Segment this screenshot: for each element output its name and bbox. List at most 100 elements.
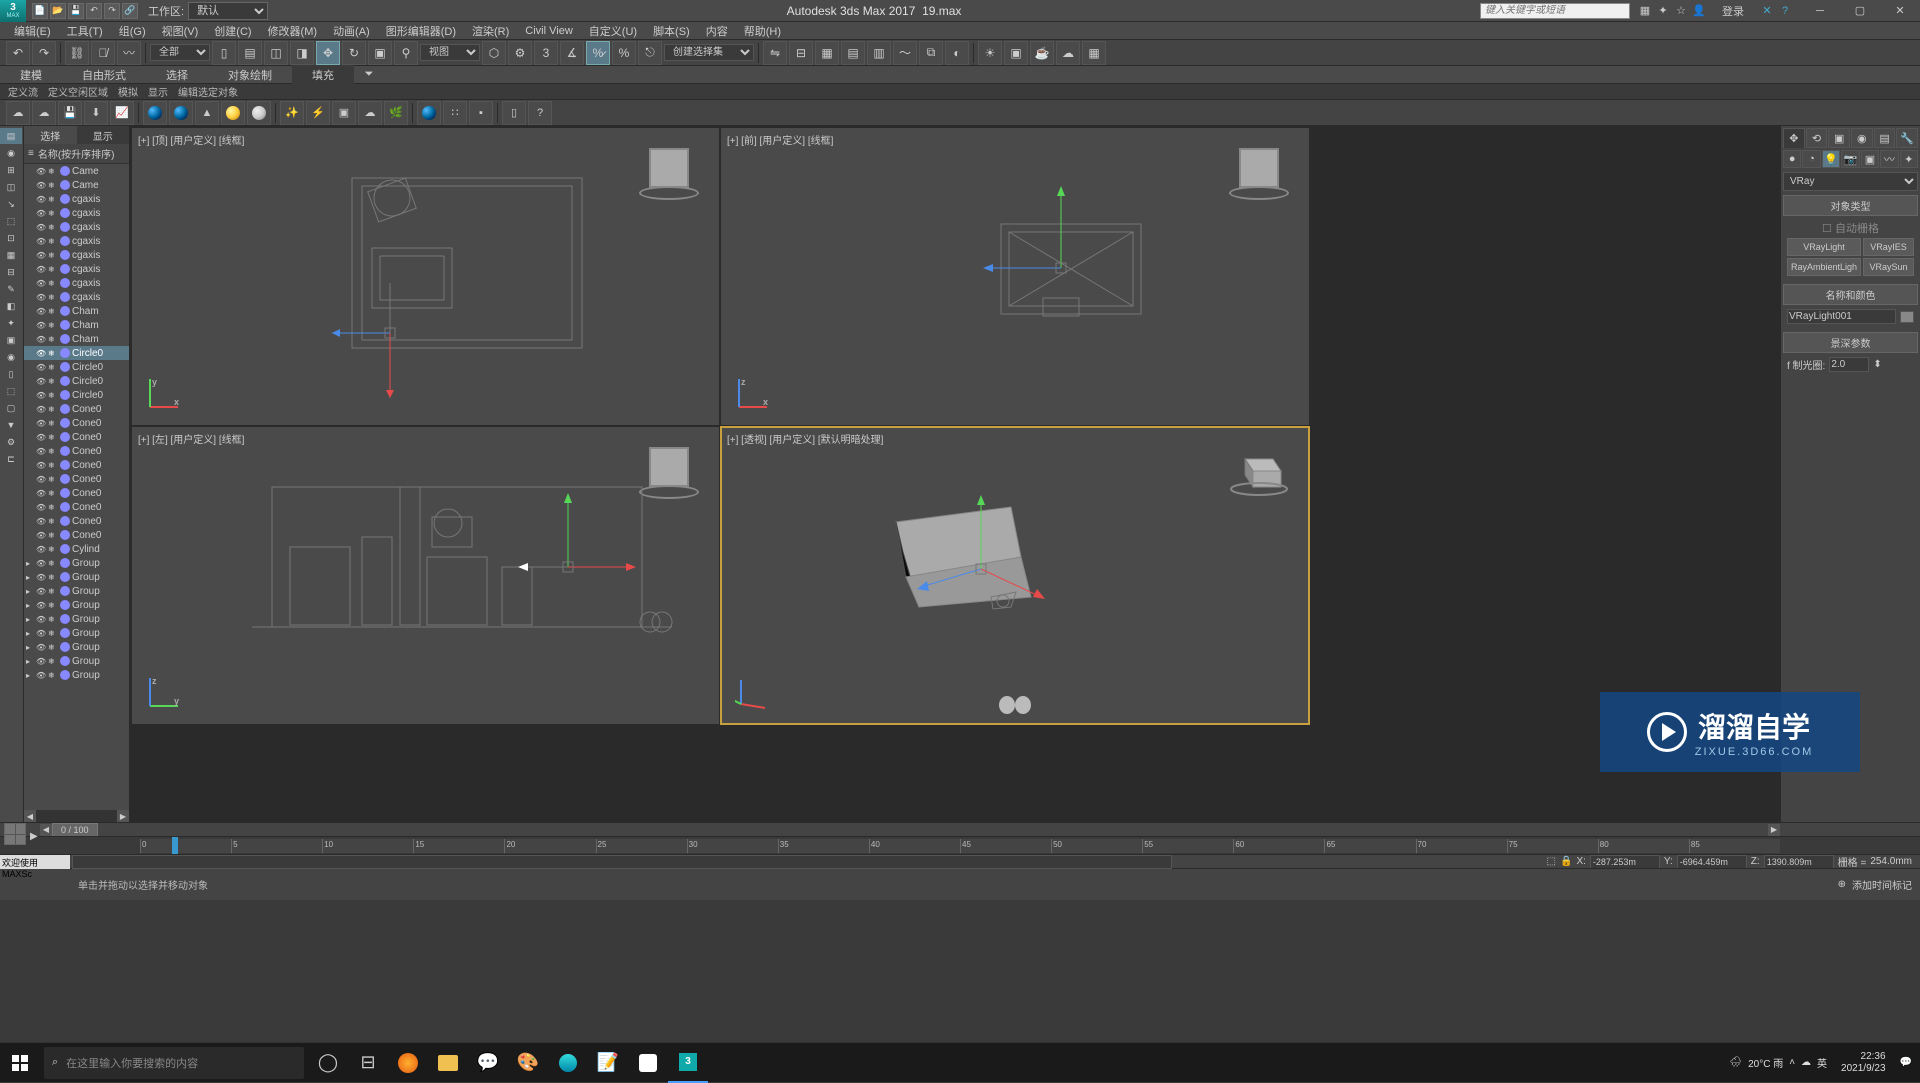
visibility-icon[interactable]: 👁 [36, 419, 46, 428]
visibility-icon[interactable]: 👁 [36, 615, 46, 624]
login-link[interactable]: 登录 [1714, 3, 1752, 19]
place-icon[interactable]: ⚲ [394, 41, 418, 65]
collapse-tool-icon[interactable]: ⊏ [0, 451, 22, 467]
bind-spacewarp-icon[interactable]: 〰 [117, 41, 141, 65]
favorites-icon[interactable]: ✦ [1656, 4, 1670, 18]
ribbon-tab-populate[interactable]: 填充 [292, 65, 354, 85]
scene-item[interactable]: 👁❄cgaxis [24, 262, 129, 276]
select-rotate-icon[interactable]: ↻ [342, 41, 366, 65]
visibility-icon[interactable]: 👁 [36, 601, 46, 610]
palette-icon[interactable]: 🎨 [508, 1043, 548, 1083]
start-button[interactable] [0, 1043, 40, 1083]
visibility-icon[interactable]: 👁 [36, 391, 46, 400]
select-scale-icon[interactable]: ▣ [368, 41, 392, 65]
freeze-icon[interactable]: ❄ [48, 629, 58, 638]
scene-item[interactable]: 👁❄Cham [24, 318, 129, 332]
y-coord-input[interactable] [1677, 855, 1747, 869]
vraysun-button[interactable]: VRaySun [1863, 258, 1914, 276]
exchange-icon[interactable]: ☆ [1674, 4, 1688, 18]
scene-item[interactable]: 👁❄Cone0 [24, 416, 129, 430]
menu-modifiers[interactable]: 修改器(M) [262, 23, 324, 39]
freeze-icon[interactable]: ❄ [48, 419, 58, 428]
cloud2-icon[interactable]: ☁ [32, 101, 56, 125]
scene-item[interactable]: 👁❄Circle0 [24, 360, 129, 374]
menu-graph-editors[interactable]: 图形编辑器(D) [380, 23, 462, 39]
grid-icon[interactable]: ∷ [443, 101, 467, 125]
scene-item[interactable]: 👁❄Came [24, 178, 129, 192]
viewcube-icon[interactable] [639, 138, 699, 198]
timeline[interactable]: ▶ 0510152025303540455055606570758085 [0, 836, 1920, 854]
help-circle-icon[interactable]: ? [528, 101, 552, 125]
scene-item[interactable]: 👁❄cgaxis [24, 220, 129, 234]
edge-icon[interactable] [548, 1043, 588, 1083]
viewport-layout-icon[interactable] [4, 823, 26, 845]
freeze-icon[interactable]: ❄ [48, 209, 58, 218]
menu-create[interactable]: 创建(C) [208, 23, 257, 39]
render-frame-icon[interactable]: ▣ [1004, 41, 1028, 65]
viewport-left[interactable]: [+] [左] [用户定义] [线框] [132, 427, 719, 724]
unlink-icon[interactable]: ⛓̸ [91, 41, 115, 65]
tray-chevron-icon[interactable]: ˄ [1789, 1057, 1795, 1068]
visibility-icon[interactable]: 👁 [36, 251, 46, 260]
filter6-tool-icon[interactable]: ⬚ [0, 383, 22, 399]
render-setup-icon[interactable]: ☀ [978, 41, 1002, 65]
sphere-icon[interactable] [417, 101, 441, 125]
visibility-icon[interactable]: 👁 [36, 195, 46, 204]
select-tool-icon[interactable]: ◫ [0, 179, 22, 195]
scene-item[interactable]: 👁❄Cone0 [24, 444, 129, 458]
viewport-front[interactable]: [+] [前] [用户定义] [线框] [721, 128, 1309, 425]
wechat-icon[interactable]: 💬 [468, 1043, 508, 1083]
subbar-display[interactable]: 显示 [148, 84, 168, 99]
expand-icon[interactable]: ▸ [26, 559, 34, 568]
window-crossing-icon[interactable]: ◨ [290, 41, 314, 65]
angle-snap-icon[interactable]: ∡ [560, 41, 584, 65]
new-icon[interactable]: 📄 [32, 3, 48, 19]
scene-item[interactable]: 👁❄Cylind [24, 542, 129, 556]
lock-icon[interactable]: ⬚ [1547, 856, 1556, 867]
freeze-icon[interactable]: ❄ [48, 643, 58, 652]
visibility-icon[interactable]: 👁 [36, 587, 46, 596]
curve-editor-icon[interactable]: 〜 [893, 41, 917, 65]
material-editor-icon[interactable]: ◐ [945, 41, 969, 65]
viewport-perspective[interactable]: [+] [透视] [用户定义] [默认明暗处理] [721, 427, 1309, 724]
scene-item[interactable]: 👁❄Cone0 [24, 472, 129, 486]
helpers-cat-icon[interactable]: ▣ [1861, 150, 1879, 168]
visibility-icon[interactable]: 👁 [36, 335, 46, 344]
create-panel-tab[interactable]: ✥ [1783, 128, 1805, 148]
filter1-tool-icon[interactable]: ◧ [0, 298, 22, 314]
viewport-label[interactable]: [+] [透视] [用户定义] [默认明暗处理] [727, 431, 883, 446]
expand-icon[interactable]: ▸ [26, 587, 34, 596]
moon-icon[interactable] [247, 101, 271, 125]
scene-item[interactable]: 👁❄cgaxis [24, 192, 129, 206]
scene-item[interactable]: 👁❄Cham [24, 304, 129, 318]
freeze-icon[interactable]: ❄ [48, 335, 58, 344]
ime-icon[interactable]: 英 [1817, 1055, 1827, 1070]
scene-item[interactable]: 👁❄Cham [24, 332, 129, 346]
freeze-icon[interactable]: ❄ [48, 615, 58, 624]
scene-item[interactable]: 👁❄cgaxis [24, 234, 129, 248]
undo-icon[interactable]: ↶ [6, 41, 30, 65]
freeze-icon[interactable]: ❄ [48, 223, 58, 232]
viewport-top[interactable]: [+] [顶] [用户定义] [线框] [132, 128, 719, 425]
clock[interactable]: 22:36 2021/9/23 [1833, 1051, 1894, 1075]
visibility-icon[interactable]: 👁 [36, 405, 46, 414]
freeze-icon[interactable]: ❄ [48, 265, 58, 274]
battery-icon[interactable]: ▯ [502, 101, 526, 125]
visibility-icon[interactable]: 👁 [36, 489, 46, 498]
visibility-icon[interactable]: 👁 [36, 461, 46, 470]
x-coord-input[interactable] [1590, 855, 1660, 869]
scene-item[interactable]: 👁❄Cone0 [24, 458, 129, 472]
subbar-define-idle[interactable]: 定义空闲区域 [48, 84, 108, 99]
filter2-tool-icon[interactable]: ✦ [0, 315, 22, 331]
select-icon[interactable]: ▯ [212, 41, 236, 65]
menu-edit[interactable]: 编辑(E) [8, 23, 57, 39]
save-icon[interactable]: 💾 [58, 101, 82, 125]
grass-icon[interactable]: 🌿 [384, 101, 408, 125]
scene-item[interactable]: 👁❄Circle0 [24, 388, 129, 402]
menu-group[interactable]: 组(G) [113, 23, 152, 39]
redo-icon[interactable]: ↷ [104, 3, 120, 19]
visibility-icon[interactable]: 👁 [36, 237, 46, 246]
visibility-icon[interactable]: 👁 [36, 279, 46, 288]
scene-item[interactable]: ▸👁❄Group [24, 556, 129, 570]
onedrive-icon[interactable]: ☁ [1801, 1057, 1811, 1068]
